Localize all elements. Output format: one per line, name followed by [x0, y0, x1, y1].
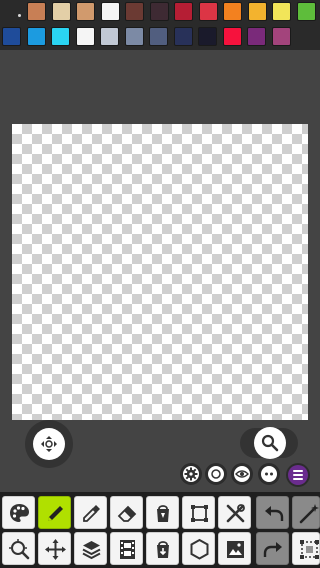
shape-tool-button[interactable]	[182, 532, 215, 565]
color-swatch[interactable]	[100, 27, 119, 46]
move-view-button[interactable]	[25, 420, 73, 468]
dots-icon	[265, 472, 273, 476]
zoom-button[interactable]	[240, 427, 298, 459]
redo-button[interactable]	[256, 532, 289, 565]
palette-icon	[10, 504, 29, 522]
save-icon	[157, 541, 169, 558]
color-swatch[interactable]	[149, 27, 168, 46]
color-swatch[interactable]	[76, 2, 95, 21]
brush-size-button[interactable]	[205, 463, 227, 485]
color-swatch[interactable]	[198, 27, 217, 46]
settings-button[interactable]	[180, 463, 202, 485]
layers-button[interactable]	[74, 532, 107, 565]
current-color-dot	[18, 14, 21, 17]
magic-wand-button[interactable]	[292, 496, 320, 529]
color-swatch[interactable]	[173, 27, 193, 46]
image-icon	[227, 541, 244, 558]
color-swatch[interactable]	[296, 2, 316, 21]
color-swatch[interactable]	[247, 27, 266, 46]
animation-icon	[120, 540, 135, 559]
palette-tool-button[interactable]	[2, 496, 35, 529]
more-button[interactable]	[258, 463, 280, 485]
color-swatch[interactable]	[51, 27, 70, 46]
color-swatch[interactable]	[222, 27, 242, 46]
undo-icon	[265, 506, 284, 521]
eyedropper-icon	[83, 505, 100, 522]
color-swatch[interactable]	[174, 2, 193, 21]
color-swatch[interactable]	[2, 27, 21, 46]
pencil-icon	[48, 506, 63, 521]
eraser-tool-button[interactable]	[110, 496, 143, 529]
eyedropper-tool-button[interactable]	[74, 496, 107, 529]
selection-icon	[191, 505, 208, 522]
undo-button[interactable]	[256, 496, 289, 529]
layers-icon	[82, 541, 101, 560]
move-tool-button[interactable]	[38, 532, 71, 565]
save-button[interactable]	[146, 532, 179, 565]
color-swatch[interactable]	[272, 2, 291, 21]
eye-icon	[235, 470, 249, 478]
pencil-tool-button[interactable]	[38, 496, 71, 529]
eraser-icon	[117, 505, 137, 522]
tools-icon	[226, 504, 245, 523]
paint-bucket-icon	[157, 505, 169, 522]
crop-button[interactable]	[292, 532, 320, 565]
magnifier-icon	[261, 434, 279, 452]
gear-icon	[184, 467, 198, 481]
image-button[interactable]	[218, 532, 251, 565]
magic-wand-icon	[299, 504, 319, 524]
drawing-canvas[interactable]	[12, 124, 308, 420]
color-swatch[interactable]	[125, 2, 144, 21]
color-swatch[interactable]	[247, 2, 267, 21]
color-swatch[interactable]	[26, 27, 46, 46]
zoom-tool-icon	[9, 539, 30, 560]
crop-icon	[300, 540, 319, 559]
color-swatch[interactable]	[124, 27, 144, 46]
color-swatch[interactable]	[198, 2, 218, 21]
zoom-tool-button[interactable]	[2, 532, 35, 565]
animation-button[interactable]	[110, 532, 143, 565]
color-swatch[interactable]	[27, 2, 46, 21]
move-tool-icon	[45, 539, 66, 560]
color-swatch[interactable]	[75, 27, 95, 46]
color-swatch[interactable]	[223, 2, 242, 21]
color-swatch[interactable]	[271, 27, 291, 46]
arrows-move-icon	[41, 436, 57, 452]
color-swatch[interactable]	[51, 2, 71, 21]
color-swatch[interactable]	[100, 2, 120, 21]
fill-tool-button[interactable]	[146, 496, 179, 529]
shape-icon	[190, 538, 209, 560]
color-palette	[0, 0, 320, 50]
preview-button[interactable]	[231, 463, 253, 485]
tool-bar	[0, 492, 320, 568]
redo-icon	[263, 542, 282, 557]
menu-button[interactable]	[286, 463, 310, 487]
color-swatch[interactable]	[149, 2, 169, 21]
select-tool-button[interactable]	[182, 496, 215, 529]
tools-button[interactable]	[218, 496, 251, 529]
circle-icon	[211, 469, 221, 479]
